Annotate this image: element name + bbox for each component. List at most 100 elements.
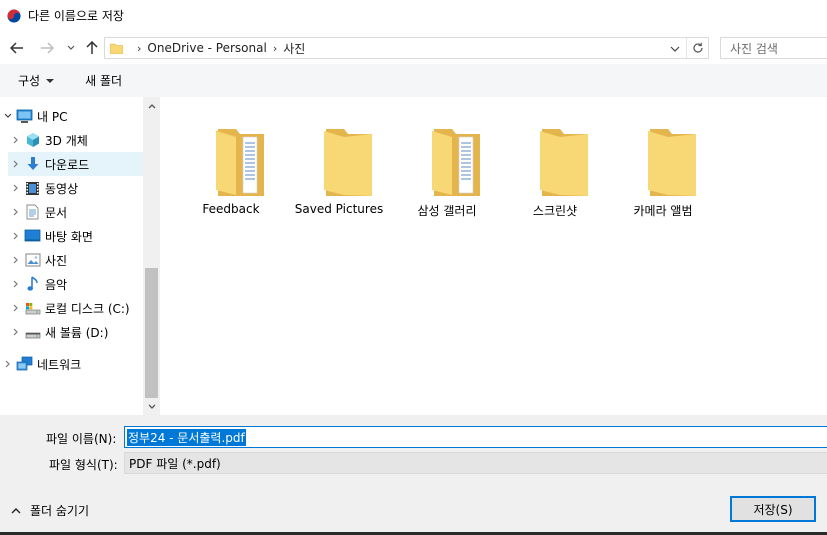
local-disk-icon bbox=[24, 300, 41, 317]
chevron-down-icon[interactable] bbox=[0, 108, 16, 124]
pictures-icon bbox=[24, 252, 41, 269]
caret-down-icon bbox=[46, 78, 55, 83]
refresh-icon bbox=[692, 42, 703, 53]
chevron-right-icon[interactable] bbox=[0, 356, 16, 372]
tree-item-label: 내 PC bbox=[37, 109, 68, 124]
folder-feedback[interactable]: Feedback bbox=[177, 111, 285, 221]
folder-with-documents-icon bbox=[432, 129, 480, 196]
tree-item-label: 네트워크 bbox=[37, 357, 82, 372]
3d-objects-icon bbox=[24, 132, 41, 149]
tree-item-3d-objects[interactable]: 3D 개체 bbox=[8, 128, 151, 152]
desktop-icon bbox=[24, 228, 41, 245]
scroll-up-button[interactable] bbox=[143, 97, 160, 114]
tree-item-label: 사진 bbox=[45, 253, 68, 268]
arrow-left-icon bbox=[10, 42, 23, 54]
breadcrumb-separator: › bbox=[272, 41, 278, 55]
folder-icon bbox=[540, 129, 588, 196]
tree-item-pictures[interactable]: 사진 bbox=[8, 248, 151, 272]
hide-folders-label: 폴더 숨기기 bbox=[30, 504, 90, 518]
folder-screenshots[interactable]: 스크린샷 bbox=[501, 111, 609, 221]
breadcrumb-onedrive[interactable]: OneDrive - Personal bbox=[147, 41, 266, 55]
tree-item-new-volume-d[interactable]: 새 볼륨 (D:) bbox=[8, 320, 151, 344]
chevron-right-icon[interactable] bbox=[8, 300, 24, 316]
chevron-right-icon[interactable] bbox=[8, 252, 24, 268]
chevron-right-icon[interactable] bbox=[8, 228, 24, 244]
chevron-right-icon[interactable] bbox=[8, 324, 24, 340]
new-folder-button[interactable]: 새 폴더 bbox=[85, 72, 122, 89]
filetype-select[interactable]: PDF 파일 (*.pdf) bbox=[124, 452, 827, 474]
folder-icon bbox=[324, 129, 372, 196]
filetype-label: 파일 형식(T): bbox=[49, 458, 118, 472]
app-emblem-icon bbox=[7, 8, 21, 23]
save-button[interactable]: 저장(S) bbox=[730, 496, 816, 522]
command-toolbar: 구성 새 폴더 bbox=[0, 64, 827, 97]
chevron-right-icon[interactable] bbox=[8, 204, 24, 220]
up-button[interactable] bbox=[83, 39, 101, 57]
save-options-panel: 파일 이름(N): 정부24 - 문서출력.pdf 파일 형식(T): PDF … bbox=[0, 415, 827, 535]
chevron-down-icon bbox=[67, 45, 75, 50]
address-bar[interactable]: › OneDrive - Personal › 사진 bbox=[104, 37, 709, 59]
chevron-up-icon bbox=[11, 508, 21, 514]
back-button[interactable] bbox=[8, 39, 26, 57]
chevron-right-icon[interactable] bbox=[8, 132, 24, 148]
network-icon bbox=[16, 356, 33, 373]
tree-item-music[interactable]: 음악 bbox=[8, 272, 151, 296]
drive-icon bbox=[24, 324, 41, 341]
recent-locations-button[interactable] bbox=[62, 39, 80, 57]
folder-name: 스크린샷 bbox=[532, 204, 578, 218]
tree-item-label: 3D 개체 bbox=[45, 133, 88, 148]
document-icon bbox=[24, 204, 41, 221]
breadcrumb-pictures[interactable]: 사진 bbox=[283, 40, 305, 57]
address-dropdown-button[interactable] bbox=[670, 42, 682, 54]
folder-samsung-gallery[interactable]: 삼성 갤러리 bbox=[393, 111, 501, 221]
scroll-down-button[interactable] bbox=[143, 398, 160, 415]
tree-item-desktop[interactable]: 바탕 화면 bbox=[8, 224, 151, 248]
tree-item-network[interactable]: 네트워크 bbox=[0, 352, 143, 376]
tree-item-label: 로컬 디스크 (C:) bbox=[45, 301, 130, 316]
folder-name: Feedback bbox=[202, 202, 260, 216]
hide-folders-toggle[interactable]: 폴더 숨기기 bbox=[11, 502, 89, 519]
arrow-right-icon bbox=[41, 42, 54, 54]
folder-name: Saved Pictures bbox=[294, 202, 384, 216]
arrow-up-icon bbox=[86, 41, 98, 54]
filename-input[interactable]: 정부24 - 문서출력.pdf bbox=[124, 426, 827, 448]
folder-icon bbox=[648, 129, 696, 196]
chevron-up-icon bbox=[148, 103, 155, 108]
organize-button[interactable]: 구성 bbox=[18, 72, 55, 89]
save-button-label: 저장(S) bbox=[753, 502, 793, 517]
folder-icon bbox=[110, 43, 123, 54]
folder-saved-pictures[interactable]: Saved Pictures bbox=[285, 111, 393, 221]
folder-with-documents-icon bbox=[215, 129, 264, 196]
download-icon bbox=[24, 156, 41, 173]
refresh-button[interactable] bbox=[686, 38, 708, 58]
video-icon bbox=[24, 180, 41, 197]
search-placeholder: 사진 검색 bbox=[730, 41, 778, 56]
title-bar: 다른 이름으로 저장 bbox=[0, 0, 827, 31]
tree-item-label: 음악 bbox=[45, 277, 68, 292]
tree-item-this-pc[interactable]: 내 PC bbox=[0, 104, 143, 128]
folder-camera-roll[interactable]: 카메라 앨범 bbox=[609, 111, 717, 221]
filename-value: 정부24 - 문서출력.pdf bbox=[127, 428, 246, 446]
tree-item-label: 다운로드 bbox=[45, 157, 90, 172]
chevron-right-icon[interactable] bbox=[8, 276, 24, 292]
tree-item-documents[interactable]: 문서 bbox=[8, 200, 151, 224]
tree-item-local-disk-c[interactable]: 로컬 디스크 (C:) bbox=[8, 296, 151, 320]
filetype-value: PDF 파일 (*.pdf) bbox=[129, 456, 221, 471]
chevron-right-icon[interactable] bbox=[8, 156, 24, 172]
chevron-down-icon bbox=[148, 404, 155, 409]
chevron-right-icon[interactable] bbox=[8, 180, 24, 196]
tree-item-label: 바탕 화면 bbox=[45, 229, 93, 244]
tree-item-label: 새 볼륨 (D:) bbox=[45, 325, 109, 340]
folder-name: 삼성 갤러리 bbox=[417, 204, 477, 218]
file-list-pane: Feedback Saved Pictures 삼성 갤러리 스크린샷 카메라 … bbox=[160, 97, 827, 415]
window-title: 다른 이름으로 저장 bbox=[28, 9, 124, 23]
music-icon bbox=[24, 276, 41, 293]
tree-item-label: 동영상 bbox=[45, 181, 79, 196]
scroll-thumb[interactable] bbox=[145, 268, 158, 398]
tree-item-videos[interactable]: 동영상 bbox=[8, 176, 151, 200]
navigation-pane: 내 PC 3D 개체 다운로드 동영상 문서 바탕 화면 사진 음악 로컬 디스… bbox=[0, 97, 160, 415]
forward-button[interactable] bbox=[38, 39, 56, 57]
tree-item-downloads[interactable]: 다운로드 bbox=[8, 152, 143, 176]
vertical-scrollbar[interactable] bbox=[143, 97, 160, 415]
search-input[interactable]: 사진 검색 bbox=[720, 37, 827, 59]
